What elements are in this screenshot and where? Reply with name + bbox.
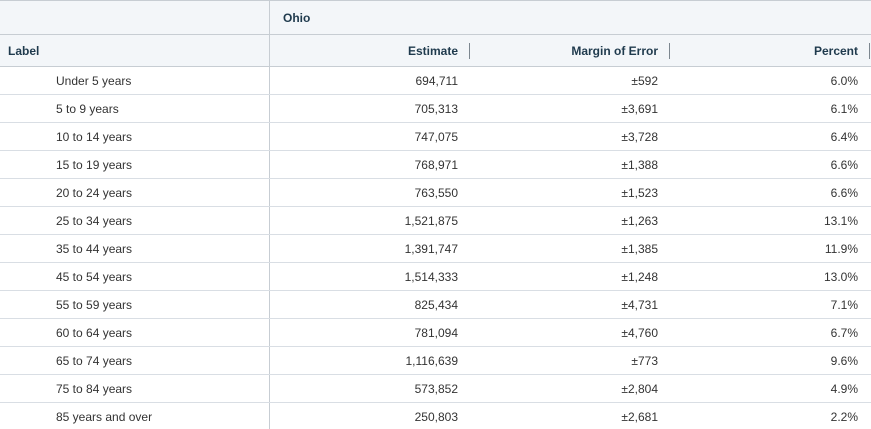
table-row: 15 to 19 years 768,971 ±1,388 6.6% bbox=[0, 151, 871, 179]
row-margin-of-error: ±2,681 bbox=[621, 409, 658, 424]
group-header-ohio[interactable]: Ohio bbox=[270, 1, 871, 34]
row-estimate: 768,971 bbox=[414, 157, 458, 172]
table-row: 35 to 44 years 1,391,747 ±1,385 11.9% bbox=[0, 235, 871, 263]
row-label: 10 to 14 years bbox=[0, 123, 270, 150]
row-percent: 6.6% bbox=[830, 185, 858, 200]
table-row: 20 to 24 years 763,550 ±1,523 6.6% bbox=[0, 179, 871, 207]
column-header-margin-of-error[interactable]: Margin of Error bbox=[470, 35, 670, 66]
row-margin-of-error: ±3,728 bbox=[621, 129, 658, 144]
table-row: 85 years and over 250,803 ±2,681 2.2% bbox=[0, 403, 871, 429]
row-estimate: 781,094 bbox=[414, 325, 458, 340]
row-percent: 6.7% bbox=[830, 325, 858, 340]
column-header-row: Label Estimate Margin of Error Percent bbox=[0, 35, 871, 67]
row-label: 35 to 44 years bbox=[0, 235, 270, 262]
row-margin-of-error: ±4,760 bbox=[621, 325, 658, 340]
row-percent: 9.6% bbox=[830, 353, 858, 368]
table-row: 5 to 9 years 705,313 ±3,691 6.1% bbox=[0, 95, 871, 123]
row-estimate: 694,711 bbox=[415, 73, 459, 88]
table-row: 25 to 34 years 1,521,875 ±1,263 13.1% bbox=[0, 207, 871, 235]
row-estimate: 1,514,333 bbox=[404, 269, 458, 284]
row-estimate: 747,075 bbox=[414, 129, 458, 144]
row-margin-of-error: ±4,731 bbox=[621, 297, 658, 312]
table-row: 55 to 59 years 825,434 ±4,731 7.1% bbox=[0, 291, 871, 319]
row-estimate: 1,391,747 bbox=[404, 241, 458, 256]
row-estimate: 1,521,875 bbox=[404, 213, 458, 228]
column-header-percent[interactable]: Percent bbox=[670, 35, 870, 66]
row-label: 75 to 84 years bbox=[0, 375, 270, 402]
data-table: Ohio Label Estimate Margin of Error Perc… bbox=[0, 0, 871, 429]
table-body: Under 5 years 694,711 ±592 6.0% 5 to 9 years… bbox=[0, 67, 871, 429]
row-margin-of-error: ±1,248 bbox=[621, 269, 658, 284]
table-row: 60 to 64 years 781,094 ±4,760 6.7% bbox=[0, 319, 871, 347]
row-margin-of-error: ±1,385 bbox=[621, 241, 658, 256]
row-percent: 13.0% bbox=[823, 269, 858, 284]
column-header-label[interactable]: Label bbox=[0, 35, 270, 66]
row-label: 85 years and over bbox=[0, 403, 270, 429]
row-label: 5 to 9 years bbox=[0, 95, 270, 122]
row-percent: 6.0% bbox=[830, 73, 858, 88]
row-percent: 6.4% bbox=[830, 129, 858, 144]
row-estimate: 1,116,639 bbox=[405, 353, 459, 368]
row-percent: 6.1% bbox=[830, 101, 858, 116]
row-label: 20 to 24 years bbox=[0, 179, 270, 206]
row-percent: 13.1% bbox=[823, 213, 858, 228]
row-margin-of-error: ±1,388 bbox=[621, 157, 658, 172]
row-label: Under 5 years bbox=[0, 67, 270, 94]
row-percent: 7.1% bbox=[830, 297, 858, 312]
row-margin-of-error: ±2,804 bbox=[621, 381, 658, 396]
row-percent: 2.2% bbox=[830, 409, 858, 424]
row-margin-of-error: ±1,263 bbox=[621, 213, 658, 228]
table-row: Under 5 years 694,711 ±592 6.0% bbox=[0, 67, 871, 95]
row-estimate: 763,550 bbox=[414, 185, 458, 200]
row-label: 45 to 54 years bbox=[0, 263, 270, 290]
row-estimate: 825,434 bbox=[414, 297, 458, 312]
row-margin-of-error: ±1,523 bbox=[621, 185, 658, 200]
table-row: 45 to 54 years 1,514,333 ±1,248 13.0% bbox=[0, 263, 871, 291]
row-percent: 6.6% bbox=[830, 157, 858, 172]
row-margin-of-error: ±773 bbox=[631, 353, 658, 368]
row-label: 60 to 64 years bbox=[0, 319, 270, 346]
row-percent: 11.9% bbox=[824, 241, 858, 256]
table-row: 75 to 84 years 573,852 ±2,804 4.9% bbox=[0, 375, 871, 403]
table-row: 65 to 74 years 1,116,639 ±773 9.6% bbox=[0, 347, 871, 375]
row-estimate: 705,313 bbox=[414, 101, 458, 116]
row-label: 15 to 19 years bbox=[0, 151, 270, 178]
row-margin-of-error: ±3,691 bbox=[621, 101, 658, 116]
group-header-row: Ohio bbox=[0, 0, 871, 35]
row-estimate: 250,803 bbox=[414, 409, 458, 424]
row-label: 65 to 74 years bbox=[0, 347, 270, 374]
column-header-estimate[interactable]: Estimate bbox=[270, 35, 470, 66]
row-label: 55 to 59 years bbox=[0, 291, 270, 318]
row-margin-of-error: ±592 bbox=[631, 73, 658, 88]
row-percent: 4.9% bbox=[830, 381, 858, 396]
row-label: 25 to 34 years bbox=[0, 207, 270, 234]
table-row: 10 to 14 years 747,075 ±3,728 6.4% bbox=[0, 123, 871, 151]
row-estimate: 573,852 bbox=[414, 381, 458, 396]
group-header-spacer bbox=[0, 1, 270, 34]
